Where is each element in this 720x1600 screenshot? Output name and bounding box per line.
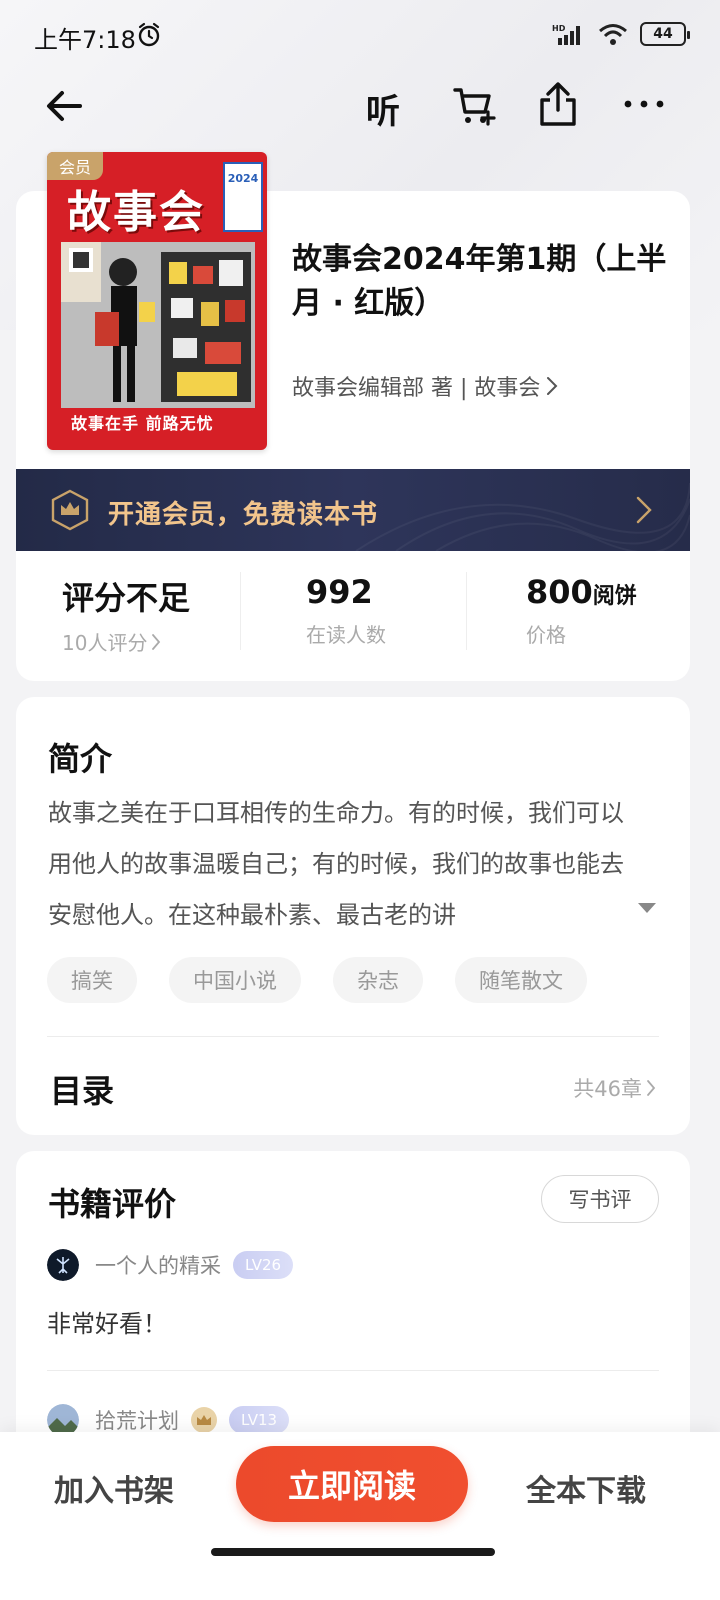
- rating-label-row: 10人评分: [62, 627, 190, 656]
- member-badge: 会员: [47, 152, 103, 180]
- listen-button[interactable]: 听: [366, 84, 400, 133]
- vip-banner[interactable]: 开通会员，免费读本书: [16, 469, 690, 551]
- crown-shield-icon: [51, 489, 89, 531]
- level-badge: LV13: [229, 1406, 290, 1434]
- write-review-button[interactable]: 写书评: [541, 1175, 659, 1223]
- review-text[interactable]: 非常好看！: [47, 1304, 167, 1339]
- price-label: 价格: [526, 623, 566, 647]
- cover-year: 2024: [223, 162, 263, 232]
- battery-icon: 44: [640, 22, 690, 46]
- readers-value: 992: [306, 573, 373, 611]
- chevron-right-icon: [152, 633, 161, 650]
- signal-icon: HD: [552, 24, 580, 45]
- readers-label: 在读人数: [306, 623, 386, 647]
- intro-fade: [520, 890, 650, 940]
- price-value-row: 800阅饼: [526, 573, 637, 611]
- chevron-right-icon: [647, 1080, 656, 1096]
- divider: [466, 572, 467, 650]
- review-user[interactable]: 一个人的精采 LV26: [47, 1249, 294, 1281]
- share-icon[interactable]: [536, 80, 580, 128]
- book-cover[interactable]: 会员 故事会 2024 故事在手 前路无忧: [47, 152, 267, 450]
- back-arrow-icon[interactable]: [40, 82, 88, 130]
- crown-icon: [191, 1407, 217, 1433]
- price-stat: 800阅饼 价格: [526, 573, 637, 648]
- toc-title[interactable]: 目录: [50, 1066, 114, 1112]
- chevron-right-icon: [636, 496, 652, 524]
- cover-slogan: 故事在手 前路无忧: [71, 414, 214, 433]
- status-bar: 上午7:18 HD 44: [0, 0, 720, 70]
- cart-icon[interactable]: [452, 82, 498, 128]
- tag-item[interactable]: 随笔散文: [455, 957, 587, 1003]
- divider: [240, 572, 241, 650]
- review-username: 一个人的精采: [95, 1254, 221, 1278]
- more-icon[interactable]: [620, 92, 668, 116]
- rating-stat[interactable]: 评分不足 10人评分: [62, 573, 190, 656]
- status-time: 上午7:18: [34, 26, 136, 54]
- cover-illustration: [61, 242, 255, 408]
- level-badge: LV26: [233, 1251, 294, 1279]
- review-username: 拾荒计划: [95, 1409, 179, 1433]
- read-now-button[interactable]: 立即阅读: [236, 1446, 468, 1522]
- review-title: 书籍评价: [48, 1185, 177, 1223]
- divider: [47, 1370, 659, 1371]
- status-icons: HD 44: [552, 20, 690, 48]
- avatar: [47, 1249, 79, 1281]
- tag-list: 搞笑 中国小说 杂志 随笔散文: [47, 957, 587, 1003]
- toc-count-link[interactable]: 共46章: [573, 1073, 656, 1103]
- chevron-right-icon: [547, 377, 558, 395]
- tag-item[interactable]: 杂志: [333, 957, 423, 1003]
- expand-triangle-icon[interactable]: [636, 900, 658, 916]
- home-indicator[interactable]: [211, 1548, 495, 1556]
- download-button[interactable]: 全本下载: [526, 1466, 646, 1510]
- alarm-icon: [138, 22, 160, 47]
- book-author-link[interactable]: 故事会编辑部 著 | 故事会: [292, 370, 558, 402]
- add-to-shelf-button[interactable]: 加入书架: [54, 1466, 174, 1510]
- divider: [47, 1036, 659, 1037]
- intro-title: 简介: [48, 740, 113, 778]
- rating-value: 评分不足: [62, 579, 191, 617]
- toc-count: 共46章: [573, 1077, 642, 1101]
- cover-logo: 故事会: [67, 187, 205, 238]
- readers-stat: 992 在读人数: [306, 573, 386, 648]
- book-title: 故事会2024年第1期（上半月 · 红版）: [292, 242, 667, 321]
- network-type-label: HD: [552, 24, 566, 33]
- rating-label: 10人评分: [62, 631, 148, 655]
- author-line: 故事会编辑部 著 | 故事会: [292, 376, 541, 401]
- price-value: 800: [526, 573, 593, 611]
- vip-banner-text: 开通会员，免费读本书: [108, 500, 379, 530]
- price-unit: 阅饼: [592, 584, 637, 609]
- tag-item[interactable]: 中国小说: [169, 957, 301, 1003]
- wifi-icon: [599, 24, 627, 45]
- tag-item[interactable]: 搞笑: [47, 957, 137, 1003]
